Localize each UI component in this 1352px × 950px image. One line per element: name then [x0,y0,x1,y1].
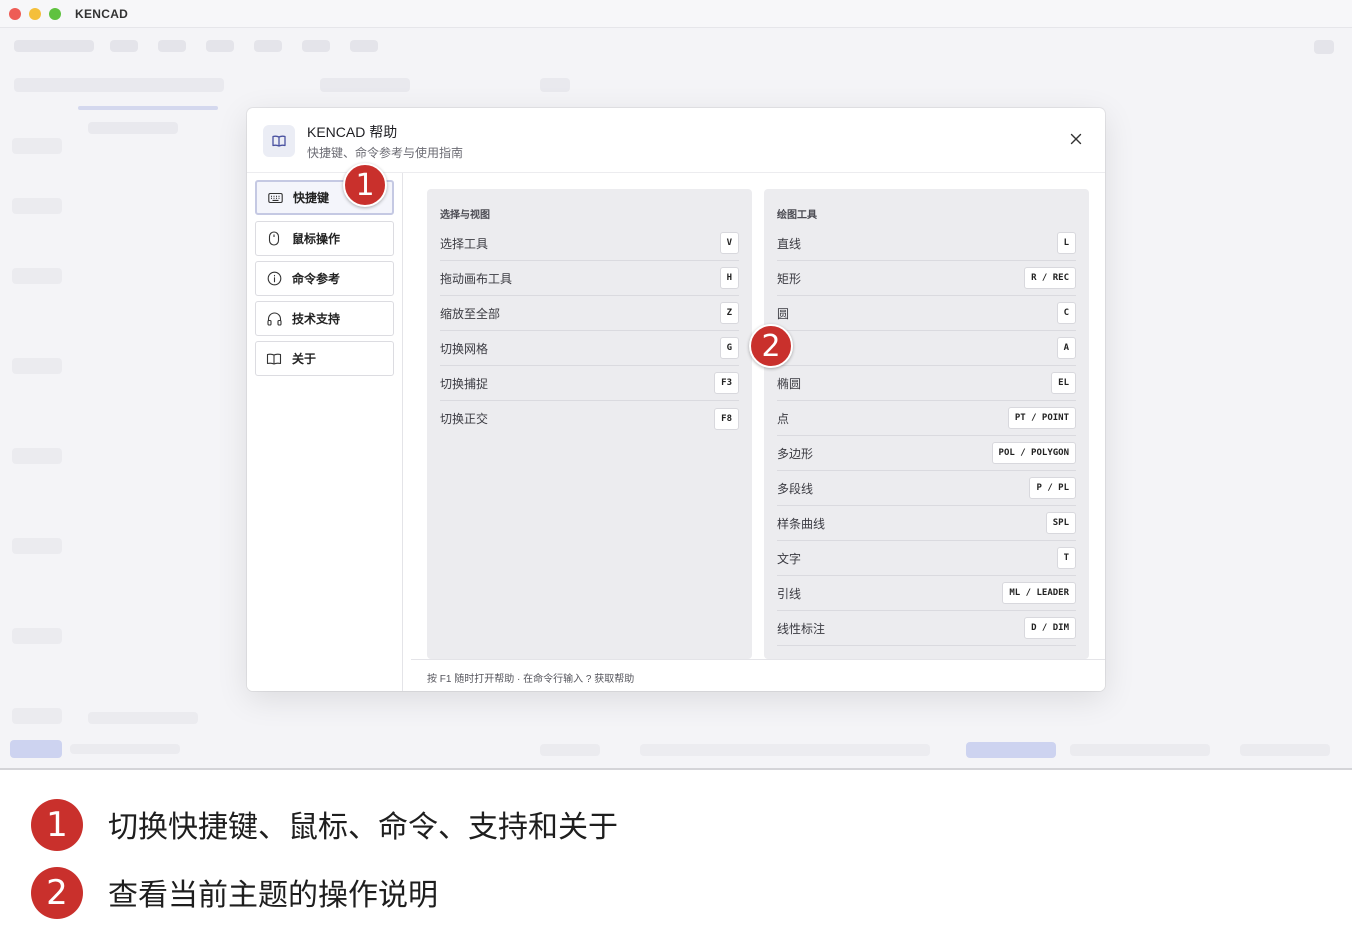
legend-marker: 1 [31,799,83,851]
shortcut-row: 切换网格 G [440,331,739,366]
shortcut-row: 椭圆 EL [777,366,1076,401]
shortcut-key: V [719,232,739,254]
nav-label: 命令参考 [292,272,341,286]
shortcut-label: 线性标注 [777,621,826,636]
nav-item-about[interactable]: 关于 [255,341,394,376]
shortcut-label: 切换正交 [440,412,489,426]
dialog-title: KENCAD 帮助 [307,124,398,140]
shortcut-label: 多边形 [777,446,814,461]
shortcut-key: F8 [714,407,739,430]
shortcut-key: L [1056,232,1076,254]
shortcut-row: 直线 L [777,226,1076,261]
shortcut-row: 选择工具 V [440,226,739,261]
book-icon [263,125,295,157]
shortcut-label: 拖动画布工具 [440,271,513,286]
shortcut-label: 直线 [777,236,802,251]
legend-text: 切换快捷键、鼠标、命令、支持和关于 [108,810,618,845]
shortcut-row: 文字 T [777,541,1076,576]
shortcut-key: ML / LEADER [1002,582,1076,604]
shortcut-key: H [719,267,739,289]
nav-item-commands[interactable]: 命令参考 [255,261,394,296]
shortcut-row: 样条曲线 SPL [777,506,1076,541]
footer-hint: 按 F1 随时打开帮助 · 在命令行输入 ? 获取帮助 [427,674,635,685]
shortcut-label: 切换网格 [440,341,489,356]
shortcut-row: 点 PT / POINT [777,401,1076,436]
app-title: KENCAD [75,7,129,21]
shortcut-label: 圆 [777,306,790,321]
dialog-header: KENCAD 帮助 快捷键、命令参考与使用指南 [247,108,1105,173]
shortcut-key: SPL [1045,512,1076,534]
shortcut-label: 缩放至全部 [440,306,501,321]
shortcut-row: 矩形 R / REC [777,261,1076,296]
mouse-icon [266,231,282,247]
legend-item-2: 2 查看当前主题的操作说明 [0,864,1352,924]
shortcut-key: D / DIM [1024,617,1076,639]
shortcut-label: 点 [777,411,790,426]
legend-item-1: 1 切换快捷键、鼠标、命令、支持和关于 [0,796,1352,856]
shortcut-row: 切换正交 F8 [440,401,739,436]
nav-label: 快捷键 [293,191,330,205]
keyboard-icon [267,190,283,206]
nav-label: 关于 [292,352,317,366]
shortcut-key: C [1056,302,1076,324]
dialog-subtitle: 快捷键、命令参考与使用指南 [307,146,464,160]
shortcut-key: F3 [714,372,739,394]
nav-label: 鼠标操作 [292,232,341,246]
shortcut-key: A [1056,337,1076,359]
shortcut-key: T [1056,547,1076,569]
shortcut-row: 切换捕捉 F3 [440,366,739,401]
shortcut-row: A [777,331,1076,366]
shortcut-row: 缩放至全部 Z [440,296,739,331]
shortcut-label: 矩形 [777,271,802,286]
book-icon [266,351,282,367]
annotation-marker-1: 1 [343,163,387,207]
nav-label: 技术支持 [292,312,341,326]
shortcut-key: G [719,337,739,359]
annotation-marker-2: 2 [749,324,793,368]
section-drawing-tools: 绘图工具 直线 L 矩形 R / REC 圆C A 椭圆 EL 点 PT / POINT… [764,189,1089,659]
info-icon [266,271,282,287]
shortcut-key: PT / POINT [1007,407,1076,429]
shortcut-key: POL / POLYGON [991,442,1076,464]
shortcut-row: 引线 ML / LEADER [777,576,1076,611]
shortcut-label: 引线 [777,586,802,601]
shortcut-label: 椭圆 [777,376,802,391]
zoom-window-button[interactable] [49,8,61,20]
shortcut-row: 线性标注 D / DIM [777,611,1076,646]
nav-item-support[interactable]: 技术支持 [255,301,394,336]
shortcut-label: 选择工具 [440,236,489,251]
help-content: 选择与视图 选择工具 V 拖动画布工具 H 缩放至全部 Z 切换网格 G 切换捕捉 F3 … [403,173,1105,659]
shortcut-label: 切换捕捉 [440,376,489,391]
shortcut-label: 样条曲线 [777,516,826,531]
shortcut-key: EL [1051,372,1076,394]
minimize-window-button[interactable] [29,8,41,20]
shortcut-label: 文字 [777,551,802,566]
section-title: 选择与视图 [440,210,490,221]
close-window-button[interactable] [9,8,21,20]
section-title: 绘图工具 [777,210,817,221]
shortcut-label: 多段线 [777,481,814,496]
shortcut-key: R / REC [1024,267,1076,289]
shortcut-row: 拖动画布工具 H [440,261,739,296]
nav-item-mouse[interactable]: 鼠标操作 [255,221,394,256]
legend-marker: 2 [31,867,83,919]
shortcut-row: 多段线 P / PL [777,471,1076,506]
shortcut-row: 圆C [777,296,1076,331]
shortcut-key: Z [719,302,739,324]
headphones-icon [266,311,282,327]
section-selection-view: 选择与视图 选择工具 V 拖动画布工具 H 缩放至全部 Z 切换网格 G 切换捕捉 F3 … [427,189,752,659]
legend-text: 查看当前主题的操作说明 [108,878,438,913]
close-icon[interactable] [1065,128,1087,150]
help-nav: 快捷键 鼠标操作 命令参考 技术支持 关于 [247,173,403,691]
shortcut-key: P / PL [1029,477,1076,499]
divider [0,768,1352,770]
dialog-footer: 按 F1 随时打开帮助 · 在命令行输入 ? 获取帮助 [411,659,1105,691]
shortcut-row: 多边形 POL / POLYGON [777,436,1076,471]
window-titlebar: KENCAD [0,0,1352,28]
